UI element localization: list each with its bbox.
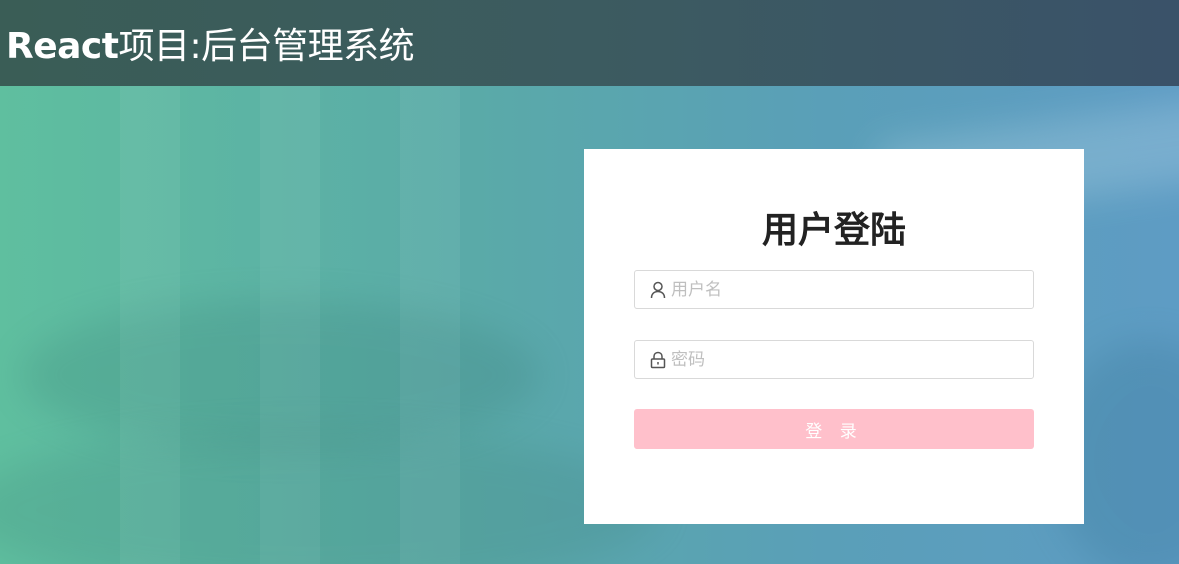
lock-icon xyxy=(650,351,666,369)
app-title-rest: 项目:后台管理系统 xyxy=(118,26,415,67)
password-field[interactable] xyxy=(634,340,1034,379)
app-title-prefix: React xyxy=(6,26,119,67)
background-stripe xyxy=(260,86,320,564)
user-icon xyxy=(650,281,666,299)
background-stripe xyxy=(120,86,180,564)
username-input[interactable] xyxy=(671,271,1033,308)
password-input[interactable] xyxy=(671,341,1033,378)
login-card: 用户登陆 登 录 xyxy=(584,149,1084,524)
background-blur xyxy=(0,430,660,564)
login-title: 用户登陆 xyxy=(761,210,906,251)
app-header: React项目:后台管理系统 xyxy=(0,0,1179,86)
login-button[interactable]: 登 录 xyxy=(634,409,1034,449)
background-stripe xyxy=(400,86,460,564)
app-title: React项目:后台管理系统 xyxy=(6,17,415,69)
login-page: React项目:后台管理系统 用户登陆 登 录 xyxy=(0,0,1179,564)
username-field[interactable] xyxy=(634,270,1034,309)
